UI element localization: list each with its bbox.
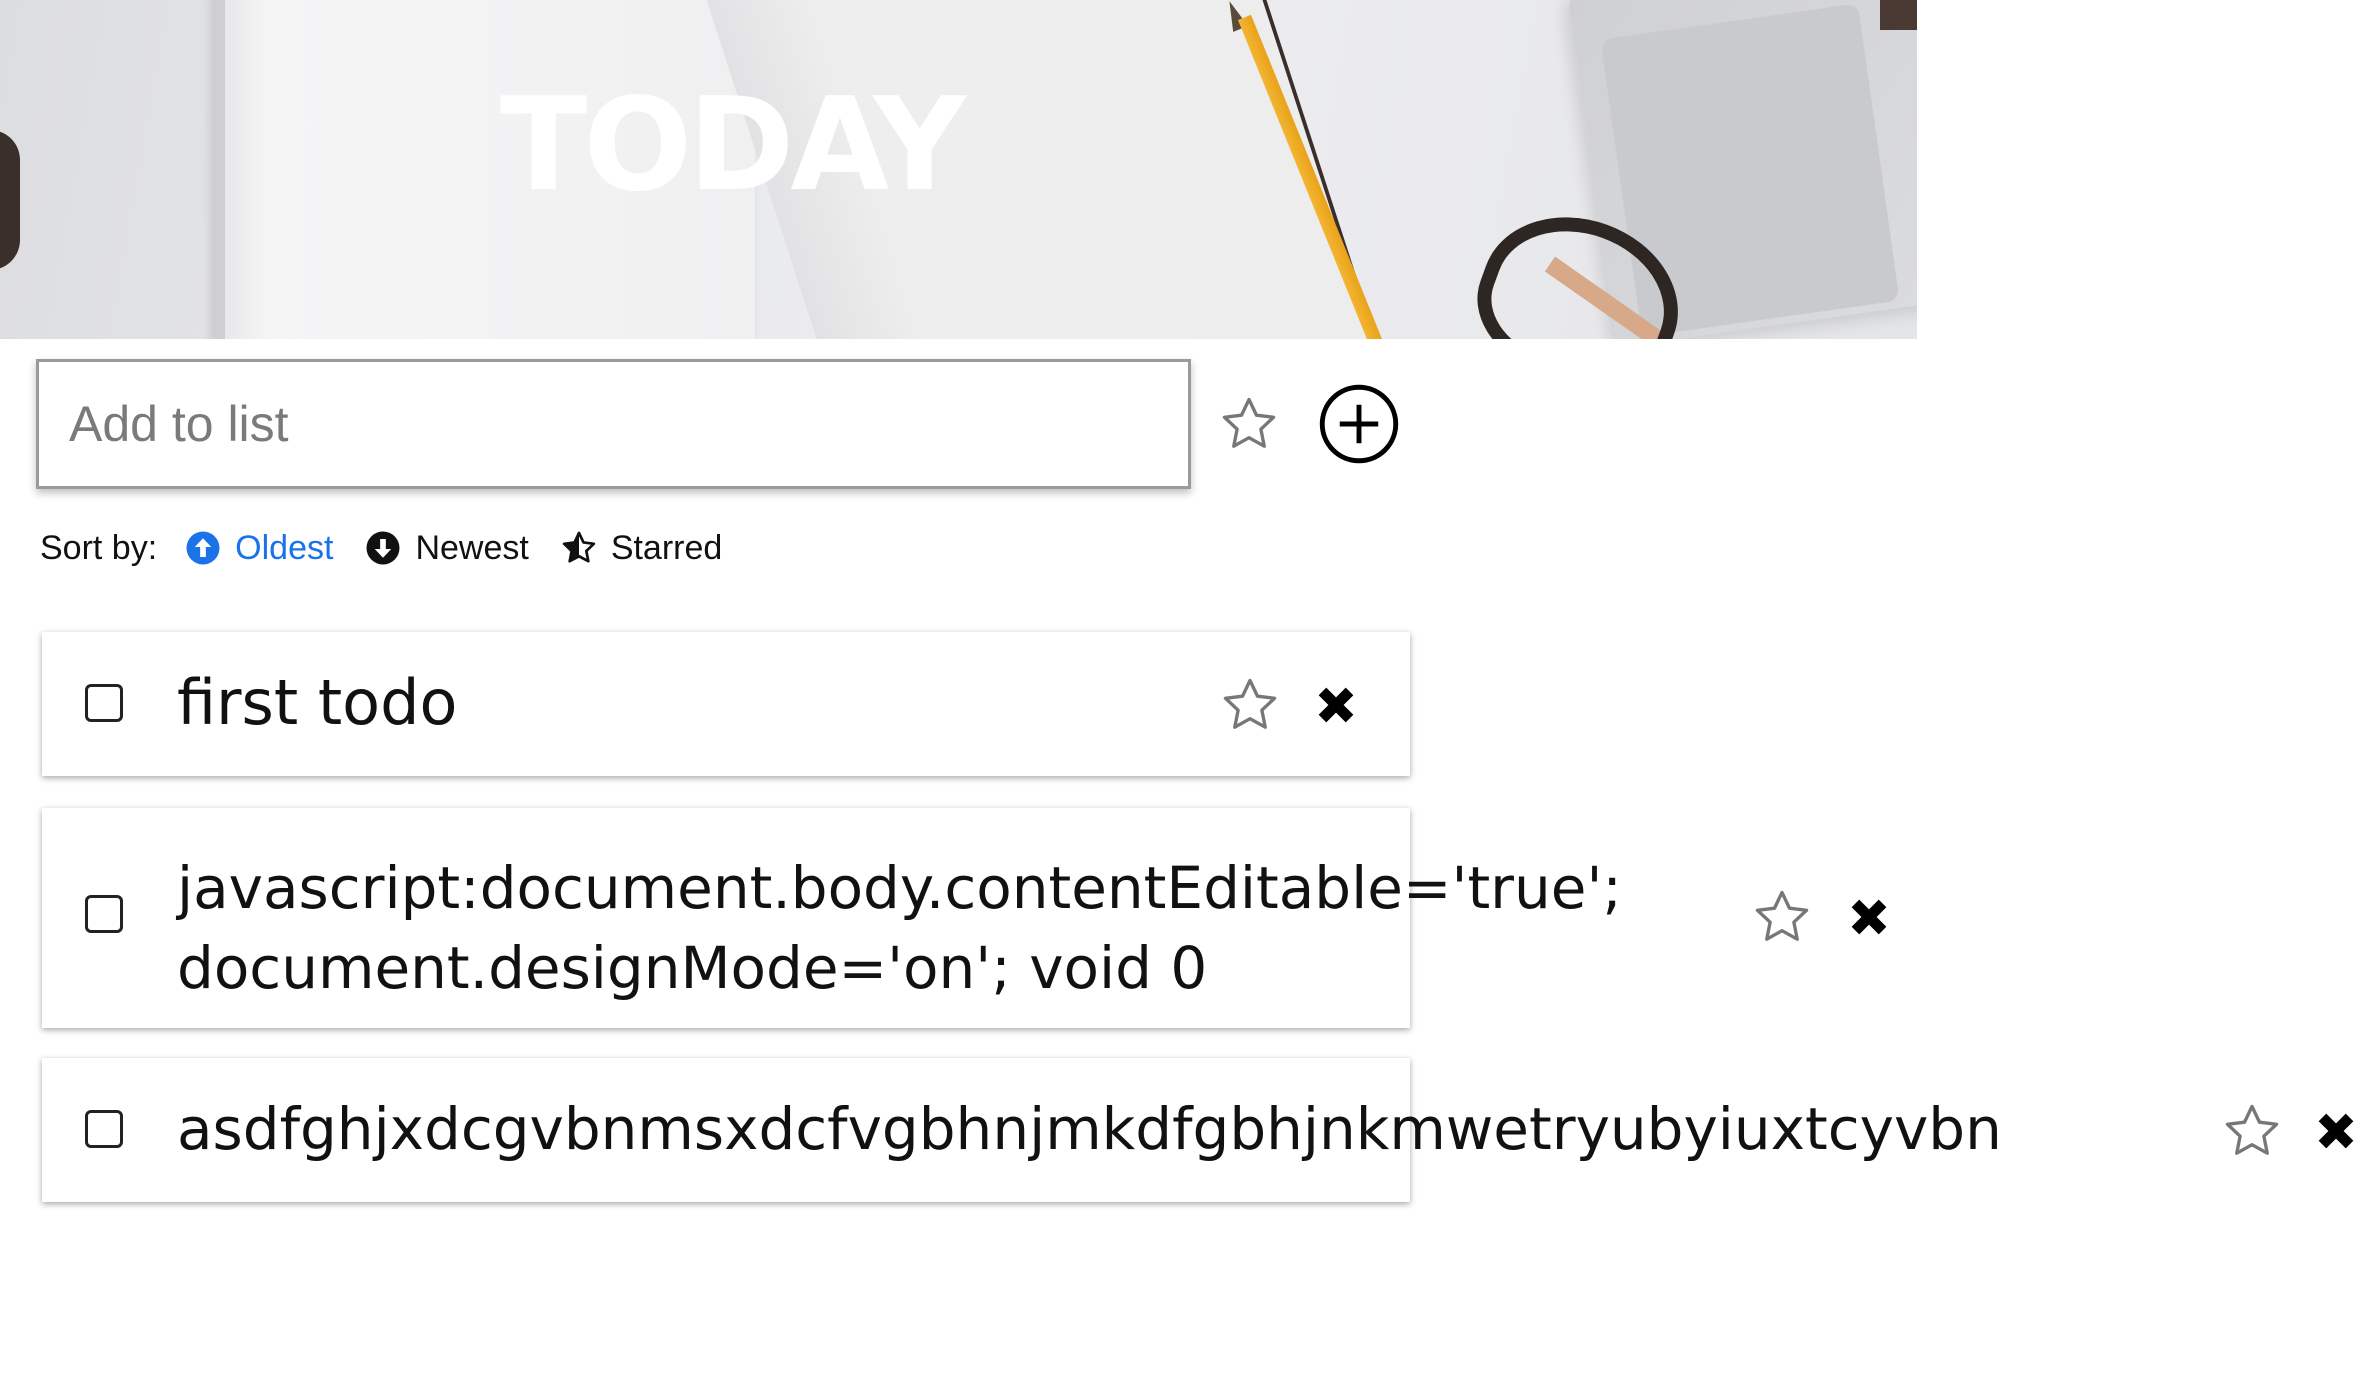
todo-checkbox[interactable] [85,1110,123,1148]
todo-text: asdfghjxdcgvbnmsxdcfvgbhnjmkdfgbhjnkmwet… [177,1100,2002,1158]
add-button[interactable] [1317,382,1401,466]
sort-option-newest[interactable]: Newest [365,528,529,568]
sort-option-label: Oldest [235,528,334,567]
sort-bar: Sort by: Oldest Newest Starred [40,520,754,576]
delete-x-icon[interactable] [2310,1105,2362,1157]
banner-corner-decor [1880,0,1917,30]
sort-option-label: Starred [610,528,723,567]
todo-checkbox[interactable] [85,684,123,722]
todo-text: first todo [177,672,457,734]
arrow-down-circle-icon [366,531,400,565]
star-outline-icon[interactable] [1218,393,1280,455]
todo-text-line: javascript:document.body.contentEditable… [177,854,1622,922]
add-todo-input[interactable] [36,359,1191,489]
delete-x-icon[interactable] [1843,891,1895,943]
todo-text-line: asdfghjxdcgvbnmsxdcfvgbhnjmkdfgbhjnkmwet… [177,1095,2002,1163]
banner-phone-decor [0,130,20,270]
star-half-icon [562,531,596,563]
star-outline-icon[interactable] [2221,1100,2283,1162]
todo-text-line: document.designMode='on'; void 0 [177,934,1208,1002]
todo-text: javascript:document.body.contentEditable… [177,848,1622,1008]
star-outline-icon[interactable] [1751,886,1813,948]
todo-text-line: first todo [177,666,458,739]
sort-option-oldest[interactable]: Oldest [185,529,333,568]
star-outline-icon[interactable] [1219,674,1281,736]
sort-option-label: Newest [415,528,529,567]
todo-checkbox[interactable] [85,895,123,933]
page-title: TODAY [500,71,966,220]
sort-label: Sort by: [40,528,158,567]
arrow-up-circle-icon [186,531,220,565]
sort-option-starred[interactable]: Starred [561,528,723,568]
delete-x-icon[interactable] [1310,679,1362,731]
header-banner: TODAY [0,0,1917,339]
